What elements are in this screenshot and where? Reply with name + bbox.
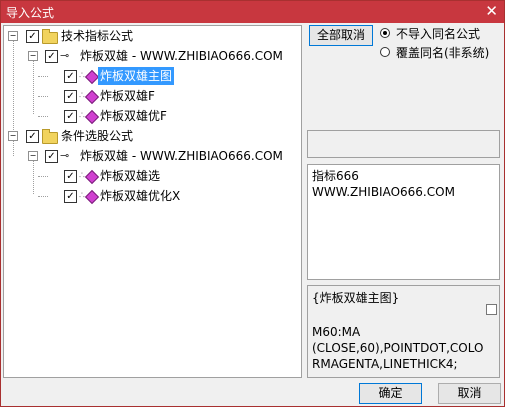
- formula-gem-icon: [84, 89, 100, 105]
- formula-dots: ∴: [79, 171, 85, 181]
- tree-parent-technical[interactable]: − ✓ ⊸ 炸板双雄 - WWW.ZHIBIAO666.COM: [4, 47, 299, 65]
- formula-preview-panel: {炸板双雄主图} M60:MA (CLOSE,60),POINTDOT,COLO…: [307, 285, 500, 378]
- radio-button[interactable]: [380, 47, 390, 57]
- parent-label: 炸板双雄 - WWW.ZHIBIAO666.COM: [80, 149, 283, 163]
- tree-item[interactable]: ✓ ∴ 炸板双雄选: [4, 167, 299, 185]
- formula-dots: ∴: [79, 71, 85, 81]
- formula-code-line: (CLOSE,60),POINTDOT,COLO: [312, 341, 484, 355]
- deselect-all-button[interactable]: 全部取消: [309, 25, 373, 46]
- tree-parent-screening[interactable]: − ✓ ⊸ 炸板双雄 - WWW.ZHIBIAO666.COM: [4, 147, 299, 165]
- collapse-icon[interactable]: −: [8, 31, 18, 41]
- folder-icon: [42, 29, 58, 44]
- info-line-2: WWW.ZHIBIAO666.COM: [312, 185, 455, 199]
- group-label: 技术指标公式: [61, 29, 134, 43]
- item-label: 炸板双雄优化X: [100, 189, 181, 203]
- title-bar: 导入公式 ✕: [1, 1, 504, 23]
- radio-button[interactable]: [380, 28, 390, 38]
- key-icon: ⊸: [60, 149, 70, 162]
- formula-name: {炸板双雄主图}: [312, 291, 400, 305]
- ok-button[interactable]: 确定: [359, 383, 422, 404]
- group-checkbox[interactable]: ✓: [26, 30, 39, 43]
- formula-gem-icon: [84, 109, 100, 125]
- parent-checkbox[interactable]: ✓: [45, 50, 58, 63]
- collapse-icon[interactable]: −: [8, 131, 18, 141]
- formula-code-line: M60:MA: [312, 325, 361, 339]
- item-checkbox[interactable]: ✓: [64, 90, 77, 103]
- tree-group-screening[interactable]: − ✓ 条件选股公式: [4, 127, 299, 145]
- item-label: 炸板双雄F: [100, 89, 155, 103]
- item-label-selected[interactable]: 炸板双雄主图: [98, 67, 175, 85]
- collapse-icon[interactable]: −: [28, 51, 38, 61]
- folder-icon: [42, 129, 58, 144]
- item-checkbox[interactable]: ✓: [64, 170, 77, 183]
- tree-item[interactable]: ✓ ∴ 炸板双雄优F: [4, 107, 299, 125]
- tree-item[interactable]: ✓ ∴ 炸板双雄F: [4, 87, 299, 105]
- radio-skip-duplicates[interactable]: 不导入同名公式: [380, 26, 500, 42]
- dialog-title: 导入公式: [6, 6, 55, 20]
- parent-checkbox[interactable]: ✓: [45, 150, 58, 163]
- radio-label: 覆盖同名(非系统): [396, 46, 490, 60]
- parent-label: 炸板双雄 - WWW.ZHIBIAO666.COM: [80, 49, 283, 63]
- key-icon: ⊸: [60, 49, 70, 62]
- item-label: 炸板双雄选: [100, 169, 161, 183]
- group-label: 条件选股公式: [61, 129, 134, 143]
- close-icon[interactable]: ✕: [485, 2, 498, 20]
- group-checkbox[interactable]: ✓: [26, 130, 39, 143]
- formula-dots: ∴: [79, 191, 85, 201]
- formula-tree: − ✓ 技术指标公式 − ✓ ⊸ 炸板双雄 - WWW.ZHIBIAO666.C…: [3, 25, 302, 378]
- formula-gem-icon: [84, 169, 100, 185]
- info-line-1: 指标666: [312, 169, 359, 183]
- preview-checkbox[interactable]: [486, 304, 497, 315]
- collapse-icon[interactable]: −: [28, 151, 38, 161]
- tree-group-technical[interactable]: − ✓ 技术指标公式: [4, 27, 299, 45]
- status-panel: [307, 130, 500, 158]
- formula-gem-icon: [84, 69, 100, 85]
- cancel-button[interactable]: 取消: [438, 383, 501, 404]
- formula-code-line: RMAGENTA,LINETHICK4;: [312, 357, 458, 371]
- import-formula-dialog: 导入公式 ✕ − ✓ 技术指标公式 − ✓ ⊸ 炸板双雄 - WWW.ZHIBI…: [0, 0, 505, 407]
- tree-item[interactable]: ✓ ∴ 炸板双雄主图: [4, 67, 299, 85]
- formula-dots: ∴: [79, 91, 85, 101]
- formula-dots: ∴: [79, 111, 85, 121]
- formula-gem-icon: [84, 189, 100, 205]
- radio-label: 不导入同名公式: [396, 27, 481, 41]
- item-checkbox[interactable]: ✓: [64, 70, 77, 83]
- item-checkbox[interactable]: ✓: [64, 190, 77, 203]
- radio-overwrite-duplicates[interactable]: 覆盖同名(非系统): [380, 45, 500, 61]
- item-checkbox[interactable]: ✓: [64, 110, 77, 123]
- tree-item[interactable]: ✓ ∴ 炸板双雄优化X: [4, 187, 299, 205]
- item-label: 炸板双雄优F: [100, 109, 167, 123]
- info-panel: 指标666 WWW.ZHIBIAO666.COM: [307, 164, 500, 280]
